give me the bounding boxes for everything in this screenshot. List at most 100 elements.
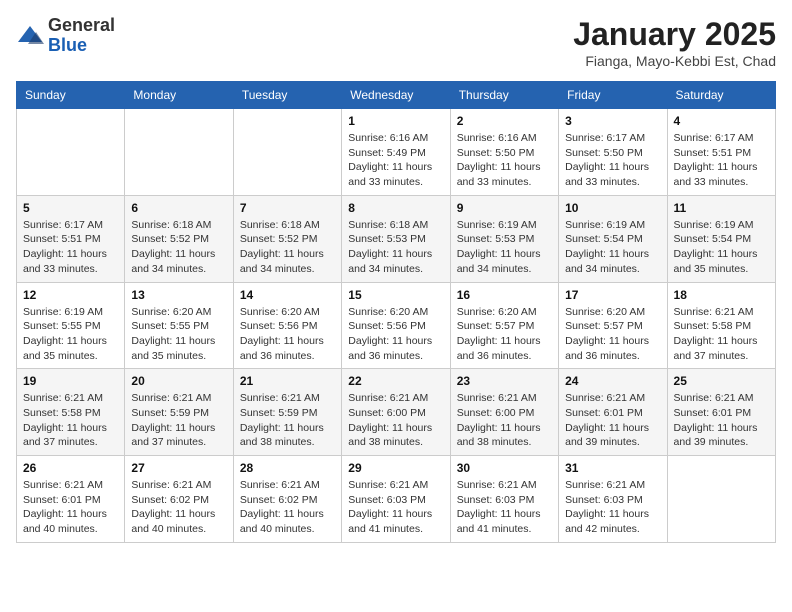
day-number: 24 bbox=[565, 374, 660, 388]
calendar-cell: 14 Sunrise: 6:20 AMSunset: 5:56 PMDayligh… bbox=[233, 282, 341, 369]
day-info: Sunrise: 6:21 AMSunset: 6:03 PMDaylight:… bbox=[348, 478, 443, 537]
calendar-cell: 27Sunrise: 6:21 AMSunset: 6:02 PMDayligh… bbox=[125, 456, 233, 543]
day-info: Sunrise: 6:20 AMSunset: 5:55 PMDaylight:… bbox=[131, 305, 226, 364]
calendar-cell: 22Sunrise: 6:21 AMSunset: 6:00 PMDayligh… bbox=[342, 369, 450, 456]
weekday-header: Wednesday bbox=[342, 82, 450, 109]
calendar-cell: 31 Sunrise: 6:21 AMSunset: 6:03 PMDayligh… bbox=[559, 456, 667, 543]
day-number: 10 bbox=[565, 201, 660, 215]
day-number: 30 bbox=[457, 461, 552, 475]
calendar-cell: 25 Sunrise: 6:21 AMSunset: 6:01 PMDayligh… bbox=[667, 369, 775, 456]
day-info: Sunrise: 6:21 AMSunset: 6:03 PMDaylight:… bbox=[565, 478, 660, 537]
calendar-cell: 4Sunrise: 6:17 AMSunset: 5:51 PMDaylight… bbox=[667, 109, 775, 196]
weekday-header: Saturday bbox=[667, 82, 775, 109]
calendar-cell: 20 Sunrise: 6:21 AMSunset: 5:59 PMDayligh… bbox=[125, 369, 233, 456]
day-number: 8 bbox=[348, 201, 443, 215]
day-number: 1 bbox=[348, 114, 443, 128]
day-number: 7 bbox=[240, 201, 335, 215]
calendar-cell: 10 Sunrise: 6:19 AMSunset: 5:54 PMDayligh… bbox=[559, 195, 667, 282]
calendar-cell: 19 Sunrise: 6:21 AMSunset: 5:58 PMDayligh… bbox=[17, 369, 125, 456]
location: Fianga, Mayo-Kebbi Est, Chad bbox=[573, 53, 776, 69]
day-number: 9 bbox=[457, 201, 552, 215]
day-info: Sunrise: 6:20 AMSunset: 5:56 PMDaylight:… bbox=[240, 305, 335, 364]
logo-icon bbox=[16, 22, 44, 50]
day-info: Sunrise: 6:16 AMSunset: 5:50 PMDaylight:… bbox=[457, 131, 552, 190]
day-info: Sunrise: 6:20 AMSunset: 5:56 PMDaylight:… bbox=[348, 305, 443, 364]
calendar-cell: 1 Sunrise: 6:16 AMSunset: 5:49 PMDaylight… bbox=[342, 109, 450, 196]
calendar-cell: 9 Sunrise: 6:19 AMSunset: 5:53 PMDaylight… bbox=[450, 195, 558, 282]
day-number: 19 bbox=[23, 374, 118, 388]
day-info: Sunrise: 6:19 AMSunset: 5:54 PMDaylight:… bbox=[565, 218, 660, 277]
calendar-cell: 13Sunrise: 6:20 AMSunset: 5:55 PMDayligh… bbox=[125, 282, 233, 369]
calendar-cell: 24 Sunrise: 6:21 AMSunset: 6:01 PMDayligh… bbox=[559, 369, 667, 456]
calendar-cell: 7 Sunrise: 6:18 AMSunset: 5:52 PMDaylight… bbox=[233, 195, 341, 282]
day-number: 18 bbox=[674, 288, 769, 302]
calendar-cell: 8 Sunrise: 6:18 AMSunset: 5:53 PMDaylight… bbox=[342, 195, 450, 282]
day-number: 11 bbox=[674, 201, 769, 215]
calendar-table: SundayMondayTuesdayWednesdayThursdayFrid… bbox=[16, 81, 776, 543]
weekday-header-row: SundayMondayTuesdayWednesdayThursdayFrid… bbox=[17, 82, 776, 109]
day-number: 23 bbox=[457, 374, 552, 388]
day-number: 17 bbox=[565, 288, 660, 302]
day-number: 25 bbox=[674, 374, 769, 388]
day-info: Sunrise: 6:21 AMSunset: 5:58 PMDaylight:… bbox=[674, 305, 769, 364]
calendar-cell bbox=[233, 109, 341, 196]
day-number: 2 bbox=[457, 114, 552, 128]
day-number: 21 bbox=[240, 374, 335, 388]
calendar-cell: 2 Sunrise: 6:16 AMSunset: 5:50 PMDaylight… bbox=[450, 109, 558, 196]
day-number: 14 bbox=[240, 288, 335, 302]
calendar-cell: 5 Sunrise: 6:17 AMSunset: 5:51 PMDaylight… bbox=[17, 195, 125, 282]
day-info: Sunrise: 6:21 AMSunset: 6:01 PMDaylight:… bbox=[674, 391, 769, 450]
day-number: 12 bbox=[23, 288, 118, 302]
day-info: Sunrise: 6:21 AMSunset: 6:03 PMDaylight:… bbox=[457, 478, 552, 537]
calendar-cell: 29 Sunrise: 6:21 AMSunset: 6:03 PMDayligh… bbox=[342, 456, 450, 543]
weekday-header: Thursday bbox=[450, 82, 558, 109]
day-info: Sunrise: 6:19 AMSunset: 5:53 PMDaylight:… bbox=[457, 218, 552, 277]
calendar-week-row: 1 Sunrise: 6:16 AMSunset: 5:49 PMDaylight… bbox=[17, 109, 776, 196]
calendar-week-row: 5 Sunrise: 6:17 AMSunset: 5:51 PMDaylight… bbox=[17, 195, 776, 282]
day-number: 29 bbox=[348, 461, 443, 475]
logo-blue: Blue bbox=[48, 35, 87, 55]
calendar-cell: 26 Sunrise: 6:21 AMSunset: 6:01 PMDayligh… bbox=[17, 456, 125, 543]
day-number: 31 bbox=[565, 461, 660, 475]
day-info: Sunrise: 6:18 AMSunset: 5:52 PMDaylight:… bbox=[131, 218, 226, 277]
day-number: 4 bbox=[674, 114, 769, 128]
day-info: Sunrise: 6:18 AMSunset: 5:52 PMDaylight:… bbox=[240, 218, 335, 277]
day-info: Sunrise: 6:20 AMSunset: 5:57 PMDaylight:… bbox=[565, 305, 660, 364]
weekday-header: Sunday bbox=[17, 82, 125, 109]
calendar-cell: 11Sunrise: 6:19 AMSunset: 5:54 PMDayligh… bbox=[667, 195, 775, 282]
calendar-cell: 18 Sunrise: 6:21 AMSunset: 5:58 PMDayligh… bbox=[667, 282, 775, 369]
calendar-cell: 17 Sunrise: 6:20 AMSunset: 5:57 PMDayligh… bbox=[559, 282, 667, 369]
calendar-cell: 15Sunrise: 6:20 AMSunset: 5:56 PMDayligh… bbox=[342, 282, 450, 369]
day-info: Sunrise: 6:21 AMSunset: 6:01 PMDaylight:… bbox=[565, 391, 660, 450]
calendar-cell bbox=[667, 456, 775, 543]
day-number: 5 bbox=[23, 201, 118, 215]
month-title: January 2025 bbox=[573, 16, 776, 53]
calendar-week-row: 26 Sunrise: 6:21 AMSunset: 6:01 PMDayligh… bbox=[17, 456, 776, 543]
day-info: Sunrise: 6:21 AMSunset: 6:00 PMDaylight:… bbox=[457, 391, 552, 450]
day-info: Sunrise: 6:18 AMSunset: 5:53 PMDaylight:… bbox=[348, 218, 443, 277]
day-number: 3 bbox=[565, 114, 660, 128]
day-number: 28 bbox=[240, 461, 335, 475]
calendar-cell: 16Sunrise: 6:20 AMSunset: 5:57 PMDayligh… bbox=[450, 282, 558, 369]
day-info: Sunrise: 6:21 AMSunset: 5:58 PMDaylight:… bbox=[23, 391, 118, 450]
day-info: Sunrise: 6:21 AMSunset: 6:00 PMDaylight:… bbox=[348, 391, 443, 450]
logo-general: General bbox=[48, 15, 115, 35]
day-info: Sunrise: 6:17 AMSunset: 5:50 PMDaylight:… bbox=[565, 131, 660, 190]
day-info: Sunrise: 6:21 AMSunset: 6:01 PMDaylight:… bbox=[23, 478, 118, 537]
weekday-header: Monday bbox=[125, 82, 233, 109]
day-info: Sunrise: 6:20 AMSunset: 5:57 PMDaylight:… bbox=[457, 305, 552, 364]
logo: General Blue bbox=[16, 16, 115, 56]
day-info: Sunrise: 6:21 AMSunset: 6:02 PMDaylight:… bbox=[131, 478, 226, 537]
calendar-cell: 21Sunrise: 6:21 AMSunset: 5:59 PMDayligh… bbox=[233, 369, 341, 456]
day-number: 20 bbox=[131, 374, 226, 388]
day-number: 26 bbox=[23, 461, 118, 475]
calendar-cell bbox=[125, 109, 233, 196]
calendar-cell: 30 Sunrise: 6:21 AMSunset: 6:03 PMDayligh… bbox=[450, 456, 558, 543]
day-info: Sunrise: 6:16 AMSunset: 5:49 PMDaylight:… bbox=[348, 131, 443, 190]
day-info: Sunrise: 6:21 AMSunset: 5:59 PMDaylight:… bbox=[131, 391, 226, 450]
calendar-week-row: 12Sunrise: 6:19 AMSunset: 5:55 PMDayligh… bbox=[17, 282, 776, 369]
calendar-week-row: 19 Sunrise: 6:21 AMSunset: 5:58 PMDayligh… bbox=[17, 369, 776, 456]
page-header: General Blue January 2025 Fianga, Mayo-K… bbox=[16, 16, 776, 69]
calendar-cell: 6Sunrise: 6:18 AMSunset: 5:52 PMDaylight… bbox=[125, 195, 233, 282]
day-info: Sunrise: 6:17 AMSunset: 5:51 PMDaylight:… bbox=[23, 218, 118, 277]
